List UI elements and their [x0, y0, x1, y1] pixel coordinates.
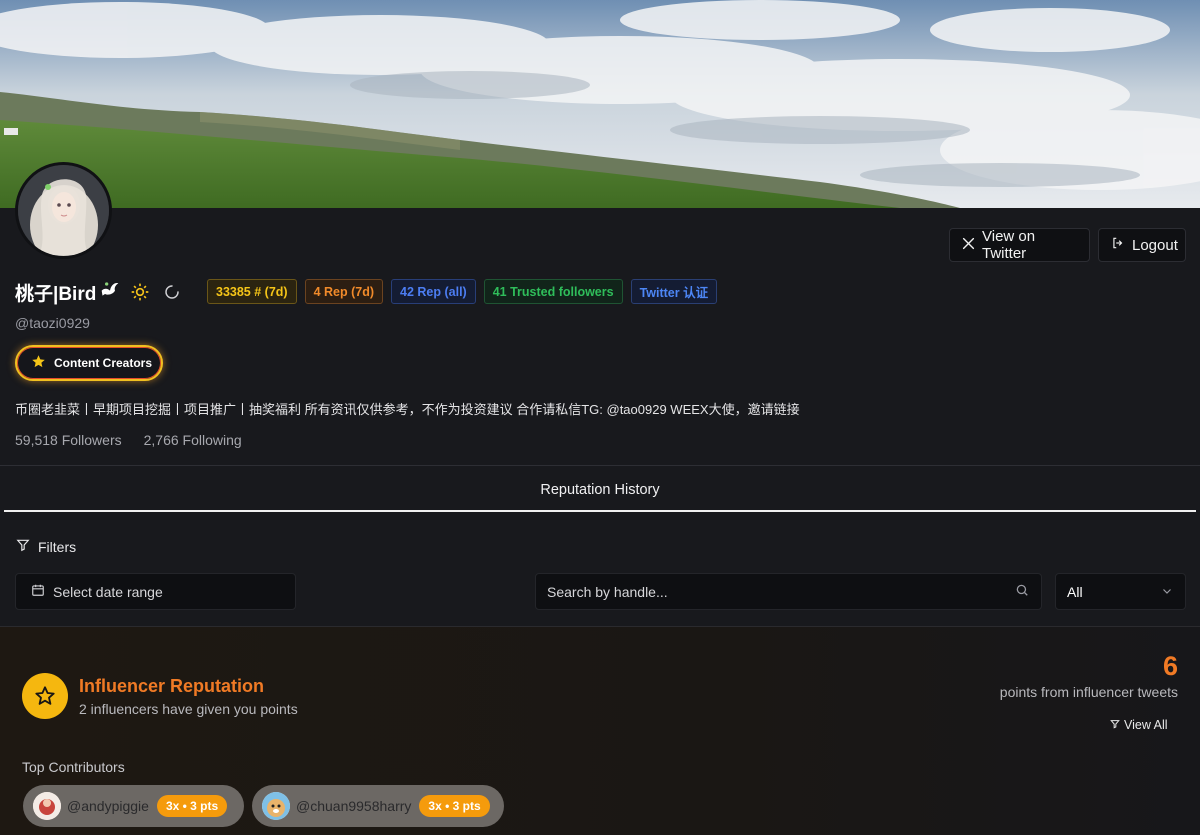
logout-label: Logout — [1132, 236, 1178, 254]
trusted-followers-badge: 41 Trusted followers — [483, 279, 623, 304]
type-select[interactable]: All — [1055, 573, 1186, 610]
content-creators-badge: Content Creators — [15, 345, 163, 381]
profile-handle: @taozi0929 — [15, 315, 90, 331]
active-tab-indicator — [4, 510, 1196, 512]
stat-badges: 33385 # (7d) 4 Rep (7d) 42 Rep (all) 41 … — [207, 279, 718, 304]
type-select-value: All — [1067, 583, 1083, 600]
rep-all-badge: 42 Rep (all) — [391, 279, 476, 304]
view-on-twitter-button[interactable]: View on Twitter — [949, 228, 1090, 262]
influencer-points-label: points from influencer tweets — [999, 684, 1178, 700]
profile-bio: 币圈老韭菜丨早期项目挖掘丨项目推广丨抽奖福利 所有资讯仅供参考，不作为投资建议 … — [15, 402, 800, 417]
filters-heading: Filters — [16, 538, 76, 555]
follow-stats: 59,518 Followers 2,766 Following — [15, 432, 242, 448]
profile-name: 桃子|Bird — [15, 279, 120, 306]
contributor-handle: @andypiggie — [67, 798, 149, 814]
influencer-star-icon — [22, 673, 68, 719]
logout-icon — [1111, 236, 1125, 254]
twitter-verified-badge: Twitter 认证 — [630, 279, 718, 304]
content-creators-label: Content Creators — [54, 356, 153, 370]
profile-name-row: 桃子|Bird — [15, 279, 180, 306]
x-logo-icon — [962, 237, 975, 254]
view-all-button[interactable]: View All — [1110, 718, 1168, 732]
filters-label: Filters — [38, 538, 77, 555]
contributor-chip[interactable]: @andypiggie 3x • 3 pts — [23, 785, 244, 827]
logout-button[interactable]: Logout — [1098, 228, 1186, 262]
theme-toggle-sun-icon[interactable] — [130, 282, 150, 302]
view-on-twitter-label: View on Twitter — [982, 228, 1036, 262]
calendar-icon — [31, 583, 45, 600]
section-divider — [0, 465, 1200, 466]
filter-small-icon — [1110, 718, 1120, 732]
dove-icon — [100, 280, 120, 304]
profile-avatar — [15, 162, 112, 259]
tab-reputation-history[interactable]: Reputation History — [0, 468, 1200, 512]
contributor-handle: @chuan9958harry — [296, 798, 412, 814]
influencer-reputation-title: Influencer Reputation — [79, 676, 265, 696]
influencer-points-value: 6 — [1162, 651, 1178, 681]
contributor-points-badge: 3x • 3 pts — [156, 795, 228, 817]
profile-name-text: 桃子|Bird — [15, 283, 97, 305]
star-icon — [31, 354, 46, 372]
contributor-chip[interactable]: @chuan9958harry 3x • 3 pts — [252, 785, 504, 827]
refresh-spinner-icon[interactable] — [164, 284, 180, 300]
influencer-reputation-subtitle: 2 influencers have given you points — [79, 701, 298, 717]
contributor-avatar — [262, 792, 290, 820]
search-placeholder: Search by handle... — [547, 583, 668, 600]
search-icon — [1015, 583, 1029, 600]
rep-7d-badge: 4 Rep (7d) — [304, 279, 384, 304]
profile-banner — [0, 0, 1200, 208]
view-all-label: View All — [1124, 718, 1168, 732]
following-count[interactable]: 2,766 Following — [144, 432, 242, 448]
contributor-points-badge: 3x • 3 pts — [419, 795, 490, 817]
top-contributors-label: Top Contributors — [22, 759, 125, 775]
filter-icon — [16, 538, 30, 555]
followers-count[interactable]: 59,518 Followers — [15, 432, 122, 448]
contributor-avatar — [33, 792, 61, 820]
handle-search-input[interactable]: Search by handle... — [535, 573, 1042, 610]
chevron-down-icon — [1161, 584, 1173, 600]
date-range-placeholder: Select date range — [53, 583, 163, 600]
rank-7d-badge: 33385 # (7d) — [207, 279, 297, 304]
date-range-picker[interactable]: Select date range — [15, 573, 296, 610]
